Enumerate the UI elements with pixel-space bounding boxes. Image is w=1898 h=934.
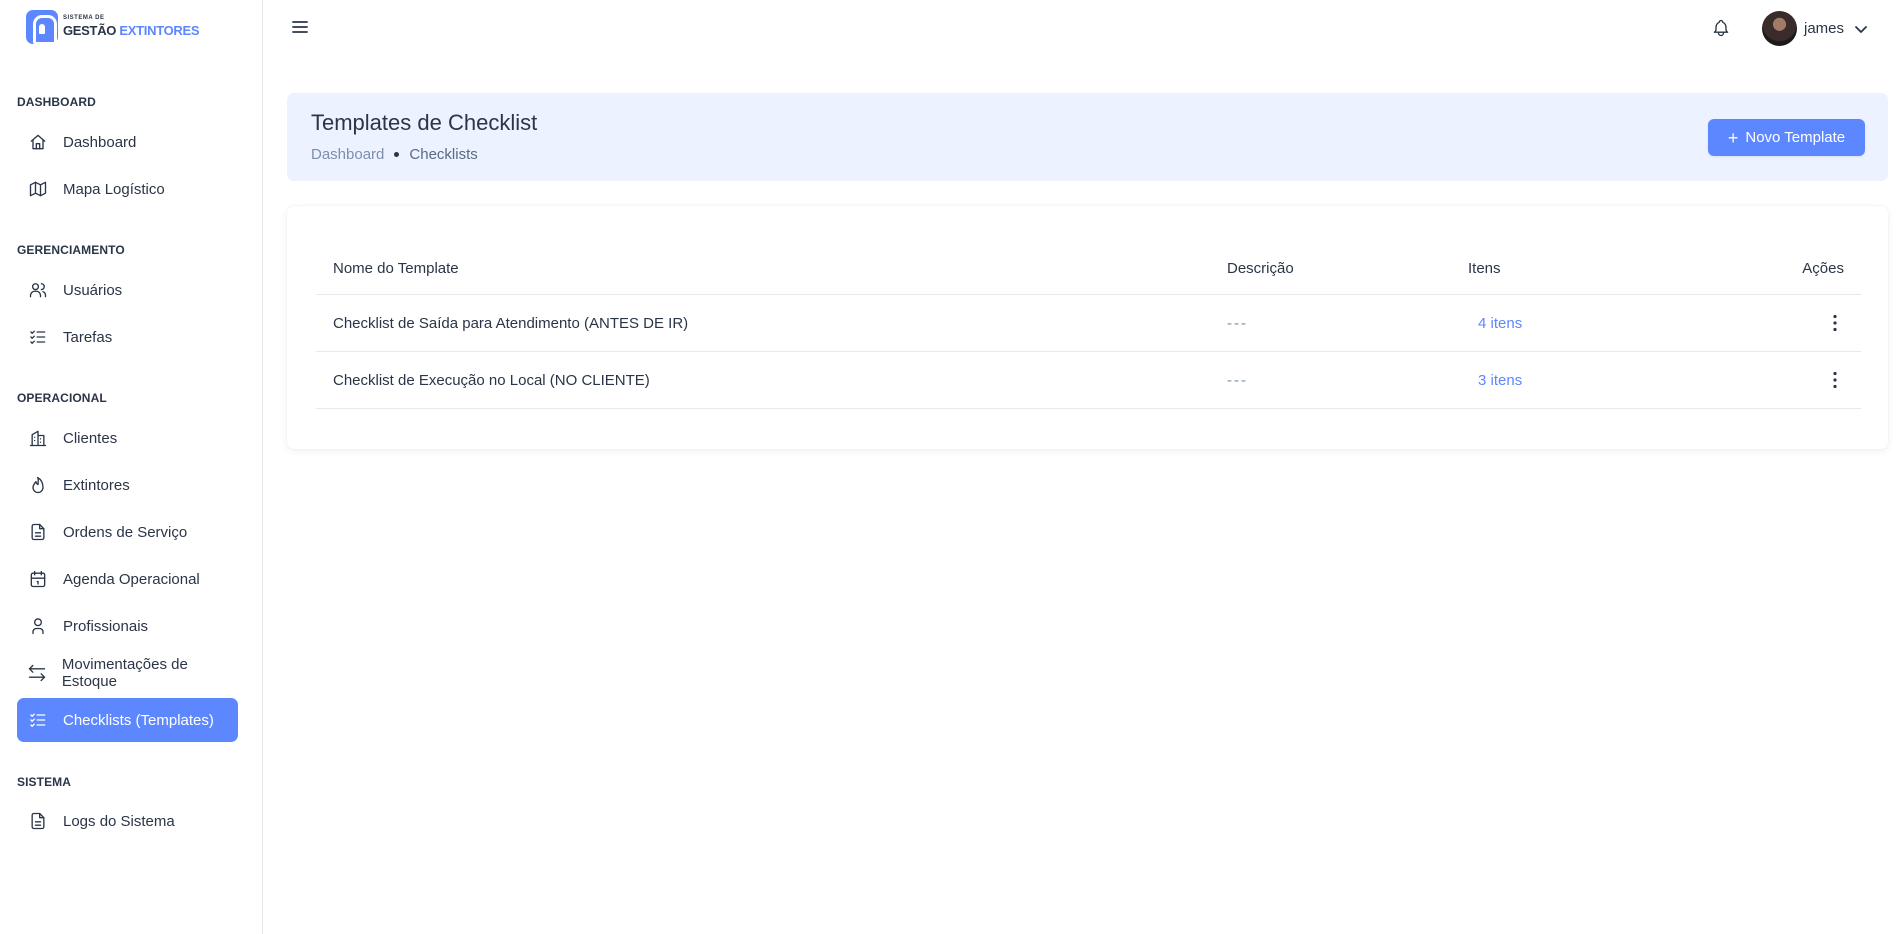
chevron-down-icon [1854, 22, 1868, 36]
building-icon [27, 427, 49, 449]
calendar-icon [27, 568, 49, 590]
more-vertical-icon [1833, 314, 1837, 332]
nav-section-sistema: SISTEMA [17, 775, 72, 789]
new-template-label: Novo Template [1745, 129, 1846, 146]
menu-toggle-button[interactable] [290, 17, 310, 37]
avatar [1762, 11, 1797, 46]
nav-section-operacional: OPERACIONAL [17, 391, 107, 405]
file-text-icon [27, 810, 49, 832]
sidebar-item-label: Dashboard [63, 133, 137, 151]
sidebar-item-label: Agenda Operacional [63, 570, 200, 588]
brand-accent: EXTINTORES [119, 23, 200, 38]
brand-subtitle: SISTEMA DE [63, 15, 105, 21]
breadcrumb-separator [394, 152, 400, 157]
breadcrumb: Dashboard Checklists [311, 146, 478, 163]
sidebar-item-agenda-operacional[interactable]: Agenda Operacional [17, 557, 238, 601]
sidebar-item-label: Usuários [63, 281, 123, 299]
sidebar-item-label: Ordens de Serviço [63, 523, 188, 541]
bell-icon [1713, 19, 1729, 37]
breadcrumb-current: Checklists [409, 146, 478, 163]
sidebar-item-clientes[interactable]: Clientes [17, 416, 238, 460]
more-vertical-icon [1833, 371, 1837, 389]
template-name: Checklist de Saída para Atendimento (ANT… [333, 314, 689, 332]
sidebar-item-label: Clientes [63, 429, 118, 447]
sidebar-item-label: Movimentações de Estoque [61, 656, 188, 690]
user-icon [27, 615, 49, 637]
sidebar-item-ordens-de-servico[interactable]: Ordens de Serviço [17, 510, 238, 554]
column-header-items: Itens [1468, 259, 1501, 277]
template-description: --- [1227, 371, 1248, 389]
list-check-icon [27, 709, 49, 731]
table-header: Nome do Template Descrição Itens Ações [316, 242, 1861, 295]
sidebar-item-checklists-templates[interactable]: Checklists (Templates) [17, 698, 238, 742]
template-description: --- [1227, 314, 1248, 332]
user-menu[interactable]: james [1762, 11, 1868, 46]
page-header: Templates de Checklist Dashboard Checkli… [287, 93, 1888, 181]
sidebar-item-mapa-logistico[interactable]: Mapa Logístico [17, 167, 238, 211]
sidebar: SISTEMA DE GESTÃO EXTINTORES DASHBOARD D… [0, 0, 263, 934]
page-title: Templates de Checklist [311, 110, 538, 135]
column-header-description: Descrição [1227, 259, 1294, 277]
table-row[interactable]: Checklist de Saída para Atendimento (ANT… [316, 295, 1861, 352]
sidebar-item-label: Checklists (Templates) [63, 711, 214, 729]
sidebar-item-label: Logs do Sistema [63, 812, 175, 830]
plus-icon: + [1727, 127, 1739, 148]
sidebar-item-usuarios[interactable]: Usuários [17, 268, 238, 312]
sidebar-item-logs-do-sistema[interactable]: Logs do Sistema [17, 799, 238, 843]
template-items-link[interactable]: 4 itens [1478, 295, 1522, 351]
sidebar-item-label: Tarefas [63, 328, 113, 346]
sidebar-item-movimentacoes-de-estoque[interactable]: Movimentações de Estoque [17, 651, 238, 695]
menu-icon [292, 21, 308, 33]
new-template-button[interactable]: + Novo Template [1708, 119, 1865, 156]
sidebar-item-label: Extintores [63, 476, 130, 494]
extinguisher-logo-icon [26, 10, 58, 45]
sidebar-item-dashboard[interactable]: Dashboard [17, 120, 238, 164]
nav-section-gerenciamento: GERENCIAMENTO [17, 243, 125, 257]
map-icon [27, 178, 49, 200]
breadcrumb-dashboard[interactable]: Dashboard [311, 146, 384, 163]
home-icon [27, 131, 49, 153]
users-icon [27, 279, 49, 301]
brand-main: GESTÃO [63, 23, 117, 38]
column-header-actions: Ações [1802, 259, 1844, 277]
nav-section-dashboard: DASHBOARD [17, 95, 96, 109]
row-actions-button[interactable] [1829, 352, 1841, 408]
notifications-button[interactable] [1711, 18, 1731, 38]
template-items-link[interactable]: 3 itens [1478, 352, 1522, 408]
sidebar-item-extintores[interactable]: Extintores [17, 463, 238, 507]
flame-icon [27, 474, 49, 496]
brand-logo[interactable]: SISTEMA DE GESTÃO EXTINTORES [26, 10, 200, 45]
table-row[interactable]: Checklist de Execução no Local (NO CLIEN… [316, 352, 1861, 409]
sidebar-item-label: Mapa Logístico [63, 180, 165, 198]
user-name: james [1804, 20, 1845, 37]
sidebar-item-tarefas[interactable]: Tarefas [17, 315, 238, 359]
template-name: Checklist de Execução no Local (NO CLIEN… [333, 371, 650, 389]
arrows-exchange-icon [27, 662, 48, 684]
row-actions-button[interactable] [1829, 295, 1841, 351]
sidebar-item-profissionais[interactable]: Profissionais [17, 604, 238, 648]
sidebar-item-label: Profissionais [63, 617, 149, 635]
list-check-icon [27, 326, 49, 348]
templates-table: Nome do Template Descrição Itens Ações C… [287, 206, 1888, 449]
file-text-icon [27, 521, 49, 543]
brand-text: SISTEMA DE GESTÃO EXTINTORES [63, 15, 200, 39]
column-header-name: Nome do Template [333, 259, 459, 277]
